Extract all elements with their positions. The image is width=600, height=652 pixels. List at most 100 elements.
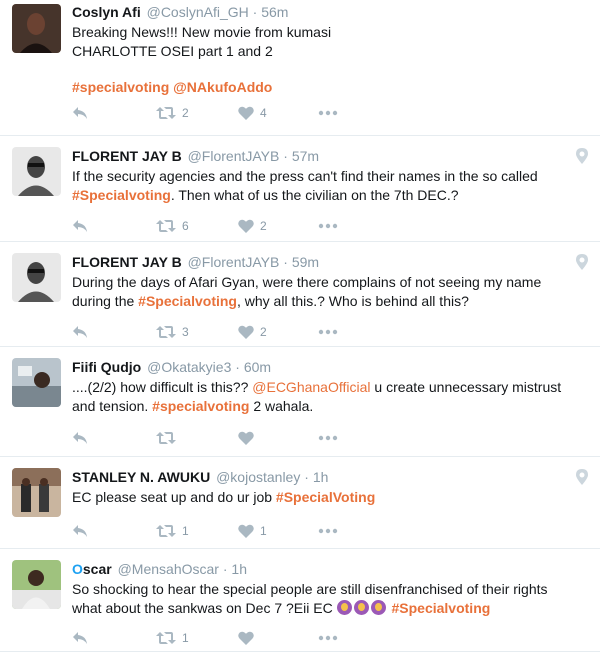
tweet-text-line: So shocking to hear the special people a… [72,581,548,597]
heart-icon [238,106,254,120]
user-handle[interactable]: @FlorentJAYB [188,148,280,164]
like-count: 1 [260,524,267,538]
tweet-text-fragment: u create unnecessary mistrust [370,379,562,395]
retweet-button[interactable]: 3 [156,325,238,339]
reply-button[interactable] [72,325,156,339]
retweet-icon [156,525,176,537]
retweet-button[interactable]: 2 [156,106,238,120]
tweet-actions: 2 4 [72,103,338,123]
location-pin-icon[interactable] [576,469,588,485]
hashtag-link[interactable]: #specialvoting [72,79,169,95]
display-name[interactable]: Coslyn Afi [72,4,141,20]
retweet-count: 2 [182,106,189,120]
location-pin-icon[interactable] [576,148,588,164]
like-button[interactable]: 2 [238,219,318,233]
reply-button[interactable] [72,106,156,120]
tweet[interactable]: STANLEY N. AWUKU @kojostanley · 1h EC pl… [0,457,600,549]
tweet-text: Breaking News!!! New movie from kumasi C… [72,23,584,97]
timeline: Coslyn Afi @CoslynAfi_GH · 56m Breaking … [0,0,600,652]
tweet-actions: 3 2 [72,322,338,342]
like-button[interactable] [238,431,318,445]
tweet-header: FLORENT JAY B @FlorentJAYB · 57m [72,147,584,165]
retweet-count: 1 [182,631,189,645]
tweet[interactable]: Oscar @MensahOscar · 1h So shocking to h… [0,549,600,652]
like-button[interactable]: 1 [238,524,318,538]
reply-button[interactable] [72,631,156,645]
hashtag-link[interactable]: #SpecialVoting [276,489,375,505]
tweet-text-line: CHARLOTTE OSEI part 1 and 2 [72,43,273,59]
avatar[interactable] [12,4,61,53]
heart-icon [238,431,254,445]
more-button[interactable] [318,435,338,441]
timestamp[interactable]: 60m [244,359,271,375]
hashtag-link[interactable]: #specialvoting [152,398,249,414]
tweet-text-fragment: , why all this.? Who is behind all this? [236,293,469,309]
user-handle[interactable]: @kojostanley [216,469,300,485]
timestamp[interactable]: 57m [292,148,319,164]
display-name[interactable]: FLORENT JAY B [72,254,182,270]
mention-link[interactable]: @NAkufoAddo [173,79,272,95]
display-name[interactable]: STANLEY N. AWUKU [72,469,210,485]
tweet[interactable]: FLORENT JAY B @FlorentJAYB · 59m During … [0,242,600,347]
retweet-button[interactable]: 1 [156,524,238,538]
hashtag-link[interactable]: #Specialvoting [72,187,171,203]
retweet-icon [156,326,176,338]
user-handle[interactable]: @MensahOscar [118,561,219,577]
display-name[interactable]: Oscar [72,561,112,577]
separator-dot: · [283,148,288,164]
tweet[interactable]: FLORENT JAY B @FlorentJAYB · 57m If the … [0,136,600,242]
tweet-header: Oscar @MensahOscar · 1h [72,560,584,578]
avatar[interactable] [12,358,61,407]
tweet-text-fragment: ....(2/2) how difficult is this?? [72,379,253,395]
avatar[interactable] [12,560,61,609]
timestamp[interactable]: 59m [292,254,319,270]
like-button[interactable]: 4 [238,106,318,120]
retweet-button[interactable]: 1 [156,631,238,645]
reply-icon [73,632,87,644]
timestamp[interactable]: 1h [231,561,247,577]
mention-link[interactable]: @ECGhanaOfficial [252,379,370,395]
retweet-count: 6 [182,219,189,233]
retweet-icon [156,632,176,644]
hashtag-link[interactable]: #Specialvoting [138,293,237,309]
user-handle[interactable]: @Okatakyie3 [147,359,231,375]
like-button[interactable]: 2 [238,325,318,339]
avatar[interactable] [12,147,61,196]
retweet-button[interactable]: 6 [156,219,238,233]
location-pin-icon[interactable] [576,254,588,270]
timestamp[interactable]: 1h [313,469,329,485]
tweet-text: If the security agencies and the press c… [72,167,584,205]
tweet-text-fragment: 2 wahala. [249,398,314,414]
heart-icon [238,219,254,233]
like-button[interactable] [238,631,318,645]
more-icon [318,435,338,441]
retweet-icon [156,107,176,119]
user-handle[interactable]: @CoslynAfi_GH [147,4,249,20]
retweet-icon [156,432,176,444]
display-name[interactable]: Fiifi Qudjo [72,359,141,375]
reply-button[interactable] [72,524,156,538]
separator-dot: · [252,4,258,20]
avatar[interactable] [12,253,61,302]
reply-button[interactable] [72,431,156,445]
user-handle[interactable]: @FlorentJAYB [188,254,280,270]
tweet-header: Fiifi Qudjo @Okatakyie3 · 60m [72,358,584,376]
tweet[interactable]: Fiifi Qudjo @Okatakyie3 · 60m ....(2/2) … [0,347,600,457]
like-count: 2 [260,219,267,233]
tweet[interactable]: Coslyn Afi @CoslynAfi_GH · 56m Breaking … [0,0,600,136]
tweet-text-fragment: what about the sankwas on Dec 7 ?Eii EC [72,600,337,616]
more-button[interactable] [318,110,338,116]
more-button[interactable] [318,329,338,335]
display-name[interactable]: FLORENT JAY B [72,148,182,164]
separator-dot: · [235,359,240,375]
timestamp[interactable]: 56m [261,4,288,20]
more-button[interactable] [318,635,338,641]
tweet-header: FLORENT JAY B @FlorentJAYB · 59m [72,253,584,271]
more-button[interactable] [318,528,338,534]
retweet-button[interactable] [156,431,238,445]
reply-button[interactable] [72,219,156,233]
avatar[interactable] [12,468,61,517]
tweet-text: So shocking to hear the special people a… [72,580,584,618]
hashtag-link[interactable]: #Specialvoting [391,600,490,616]
more-button[interactable] [318,223,338,229]
